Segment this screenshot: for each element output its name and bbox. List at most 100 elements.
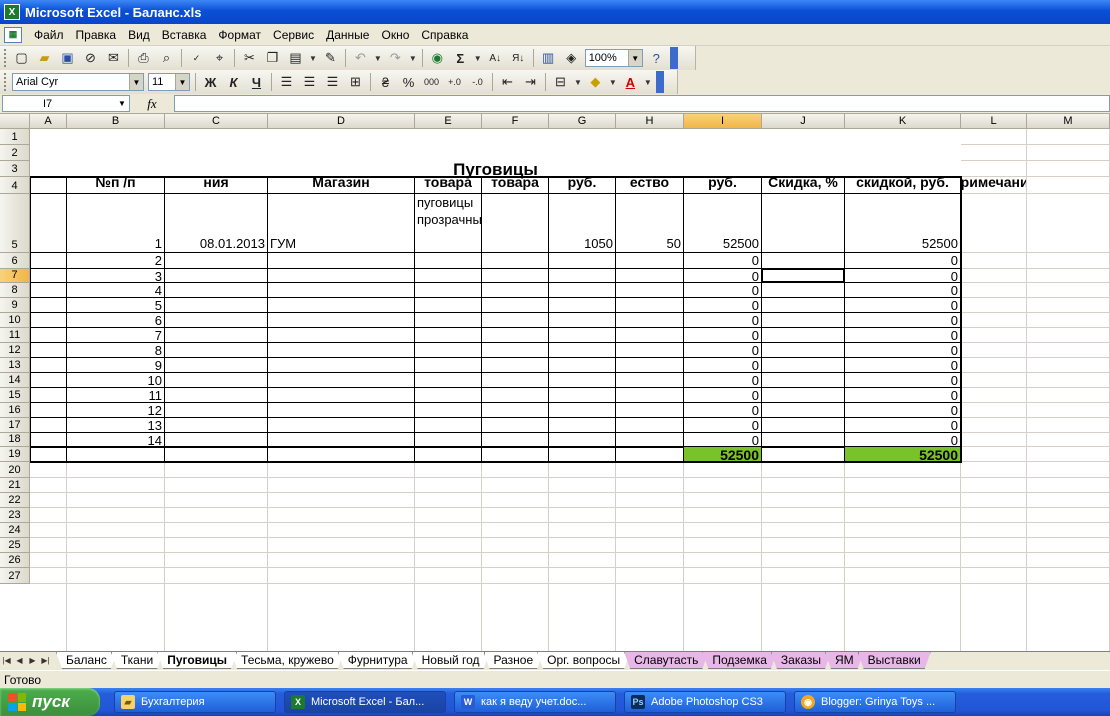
row-header-15[interactable]: 15 — [0, 388, 30, 403]
cell-sum[interactable]: 0 — [684, 298, 761, 312]
start-button[interactable]: пуск — [0, 688, 100, 716]
new-icon[interactable]: ▢ — [10, 47, 33, 69]
research-icon[interactable]: ⌖ — [208, 47, 231, 69]
cell-n[interactable]: 2 — [67, 253, 164, 268]
hyperlink-icon[interactable]: ◉ — [426, 47, 449, 69]
row-header-18[interactable]: 18 — [0, 433, 30, 447]
row-header-12[interactable]: 12 — [0, 343, 30, 358]
menu-insert[interactable]: Вставка — [156, 24, 213, 46]
column-header-E[interactable]: E — [415, 114, 482, 129]
total-discounted[interactable]: 52500 — [845, 447, 960, 461]
row-header-26[interactable]: 26 — [0, 553, 30, 568]
font-select[interactable]: Arial Cyr ▼ — [12, 73, 144, 91]
column-header-C[interactable]: C — [165, 114, 268, 129]
help-icon[interactable]: ? — [645, 47, 668, 69]
cell-date[interactable]: 08.01.2013 — [165, 194, 267, 252]
cell-n[interactable]: 14 — [67, 433, 164, 446]
cell-sum[interactable]: 0 — [684, 269, 761, 282]
toolbar-options-icon[interactable] — [655, 71, 664, 93]
cell-sum[interactable]: 0 — [684, 388, 761, 402]
autosum-icon[interactable]: Σ — [449, 47, 472, 69]
row-header-19[interactable]: 19 — [0, 447, 30, 462]
chart-wizard-icon[interactable]: ▥ — [537, 47, 560, 69]
cell-discounted[interactable]: 0 — [845, 343, 960, 357]
row-header-23[interactable]: 23 — [0, 508, 30, 523]
align-left-icon[interactable]: ☰ — [275, 71, 298, 93]
format-painter-icon[interactable]: ✎ — [319, 47, 342, 69]
row-header-9[interactable]: 9 — [0, 298, 30, 313]
toolbar-grip[interactable] — [4, 49, 7, 67]
row-header-3[interactable]: 3 — [0, 161, 30, 177]
decrease-indent-icon[interactable]: ⇤ — [496, 71, 519, 93]
sheet-tab-11[interactable]: ЯМ — [825, 652, 864, 669]
percent-icon[interactable]: % — [397, 71, 420, 93]
cell-shop[interactable]: ГУМ — [268, 194, 414, 252]
redo-icon[interactable]: ↷ — [384, 47, 407, 69]
row-header-6[interactable]: 6 — [0, 253, 30, 269]
table-header-d[interactable]: Наименование товара — [415, 177, 481, 193]
row-header-5[interactable]: 5 — [0, 194, 30, 253]
toolbar-options-icon[interactable] — [669, 47, 678, 69]
paste-icon[interactable]: ▤ — [284, 47, 307, 69]
worksheet-grid[interactable]: A B C D E F G H I J K L M 1 2 3 4 5 6 7 8 9 10 11 12 13 14 15 16 17 18… — [0, 114, 1110, 651]
sheet-tab-8[interactable]: Славутасть — [624, 652, 708, 669]
column-header-K[interactable]: K — [845, 114, 961, 129]
task-excel[interactable]: X Microsoft Excel - Бал... — [284, 691, 446, 713]
column-header-H[interactable]: H — [616, 114, 684, 129]
sheet-tab-2[interactable]: Пуговицы — [157, 652, 237, 669]
cell-sum[interactable]: 0 — [684, 418, 761, 432]
sheet-tab-3[interactable]: Тесьма, кружево — [231, 652, 344, 669]
table-header-c[interactable]: Магазин — [268, 177, 414, 193]
cell-n[interactable]: 12 — [67, 403, 164, 417]
cell-sum[interactable]: 0 — [684, 343, 761, 357]
merge-center-icon[interactable]: ⊞ — [344, 71, 367, 93]
select-all-corner[interactable] — [0, 114, 30, 129]
first-sheet-icon[interactable]: |◀ — [0, 652, 13, 668]
table-header-a[interactable]: №п /п — [67, 177, 164, 193]
table-header-h[interactable]: Сумма, руб. — [684, 177, 761, 193]
sheet-tab-12[interactable]: Выставки — [858, 652, 931, 669]
borders-icon[interactable]: ⊟ — [549, 71, 572, 93]
menu-view[interactable]: Вид — [122, 24, 156, 46]
sheet-tab-6[interactable]: Разное — [484, 652, 544, 669]
menu-edit[interactable]: Правка — [70, 24, 123, 46]
cell-n[interactable]: 7 — [67, 328, 164, 342]
fill-color-icon[interactable]: ◆ — [584, 71, 607, 93]
cell-n[interactable]: 11 — [67, 388, 164, 402]
next-sheet-icon[interactable]: ▶ — [26, 652, 39, 668]
cell-discounted[interactable]: 52500 — [845, 194, 960, 252]
open-icon[interactable]: ▰ — [33, 47, 56, 69]
prev-sheet-icon[interactable]: ◀ — [13, 652, 26, 668]
cell-sum[interactable]: 0 — [684, 433, 761, 446]
permission-icon[interactable]: ⊘ — [79, 47, 102, 69]
toolbar-grip[interactable] — [4, 73, 7, 91]
align-right-icon[interactable]: ☰ — [321, 71, 344, 93]
cell-sum[interactable]: 0 — [684, 283, 761, 297]
italic-icon[interactable]: К — [222, 71, 245, 93]
row-header-21[interactable]: 21 — [0, 478, 30, 493]
row-header-13[interactable]: 13 — [0, 358, 30, 373]
row-header-27[interactable]: 27 — [0, 568, 30, 584]
table-header-e[interactable]: Марка товара — [482, 177, 548, 193]
align-center-icon[interactable]: ☰ — [298, 71, 321, 93]
row-header-1[interactable]: 1 — [0, 129, 30, 145]
formula-input[interactable] — [174, 95, 1110, 112]
column-header-M[interactable]: M — [1027, 114, 1110, 129]
column-header-I[interactable]: I — [684, 114, 762, 129]
cell-discounted[interactable]: 0 — [845, 269, 960, 282]
row-header-24[interactable]: 24 — [0, 523, 30, 538]
font-color-icon[interactable]: A — [619, 71, 642, 93]
row-header-14[interactable]: 14 — [0, 373, 30, 388]
cell-sum[interactable]: 0 — [684, 358, 761, 372]
cell-n[interactable]: 9 — [67, 358, 164, 372]
row-header-11[interactable]: 11 — [0, 328, 30, 343]
sheet-tab-4[interactable]: Фурнитура — [338, 652, 418, 669]
table-header-b[interactable]: Дата приобрете ния — [165, 177, 267, 193]
cell-discounted[interactable]: 0 — [845, 313, 960, 327]
cell-discounted[interactable]: 0 — [845, 328, 960, 342]
column-header-A[interactable]: A — [30, 114, 67, 129]
comma-style-icon[interactable]: 000 — [420, 71, 443, 93]
row-header-20[interactable]: 20 — [0, 462, 30, 478]
row-header-22[interactable]: 22 — [0, 493, 30, 508]
sheet-tab-9[interactable]: Подземка — [702, 652, 777, 669]
